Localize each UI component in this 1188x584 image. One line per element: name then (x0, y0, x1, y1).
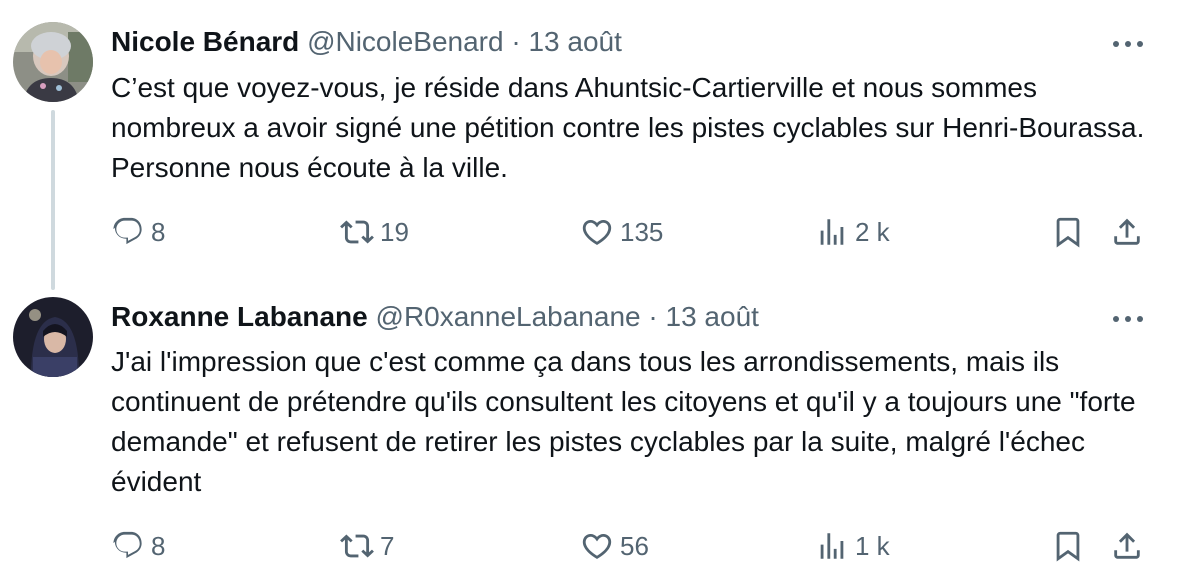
like-count: 135 (620, 216, 664, 247)
bookmark-button[interactable] (1051, 526, 1085, 566)
more-icon[interactable] (1113, 313, 1143, 325)
reply-icon (113, 531, 142, 559)
views-count: 2 k (855, 216, 890, 247)
retweet-icon (340, 534, 374, 558)
retweet-icon (340, 220, 374, 244)
tweet-header: Nicole Bénard @NicoleBenard · 13 août (111, 24, 622, 60)
tweet-header: Roxanne Labanane @R0xanneLabanane · 13 a… (111, 299, 759, 335)
action-bar: 8 7 56 1 k (0, 526, 1188, 566)
tweet[interactable]: Roxanne Labanane @R0xanneLabanane · 13 a… (0, 292, 1188, 584)
tweet-date[interactable]: 13 août (528, 26, 621, 57)
like-count: 56 (620, 530, 649, 561)
share-icon (1114, 532, 1140, 559)
reply-button[interactable]: 8 (111, 526, 165, 566)
views-icon (820, 219, 844, 245)
share-icon (1114, 218, 1140, 245)
author-name[interactable]: Roxanne Labanane (111, 301, 368, 332)
thread-line (51, 110, 55, 290)
views-count: 1 k (855, 530, 890, 561)
bookmark-icon (1056, 217, 1080, 248)
like-icon (582, 533, 612, 559)
views-icon (820, 533, 844, 559)
retweet-button[interactable]: 19 (340, 212, 409, 252)
retweet-count: 7 (380, 530, 395, 561)
views-button[interactable]: 2 k (815, 212, 890, 252)
reply-icon (113, 217, 142, 245)
author-handle[interactable]: @NicoleBenard (307, 26, 504, 57)
action-bar: 8 19 135 2 k (0, 212, 1188, 252)
reply-button[interactable]: 8 (111, 212, 165, 252)
author-handle[interactable]: @R0xanneLabanane (376, 301, 641, 332)
retweet-button[interactable]: 7 (340, 526, 394, 566)
tweet-text: C’est que voyez-vous, je réside dans Ahu… (111, 72, 1145, 183)
like-button[interactable]: 56 (580, 526, 649, 566)
bookmark-icon (1056, 531, 1080, 562)
like-icon (582, 219, 612, 245)
author-name[interactable]: Nicole Bénard (111, 26, 299, 57)
tweet-date[interactable]: 13 août (666, 301, 759, 332)
retweet-count: 19 (380, 216, 409, 247)
separator: · (648, 301, 658, 332)
reply-count: 8 (151, 530, 166, 561)
like-button[interactable]: 135 (580, 212, 663, 252)
avatar[interactable] (13, 297, 93, 377)
more-icon[interactable] (1113, 38, 1143, 50)
separator: · (511, 26, 521, 57)
share-button[interactable] (1110, 212, 1144, 252)
tweet-text: J'ai l'impression que c'est comme ça dan… (111, 346, 1136, 497)
share-button[interactable] (1110, 526, 1144, 566)
tweet[interactable]: Nicole Bénard @NicoleBenard · 13 août C’… (0, 0, 1188, 292)
bookmark-button[interactable] (1051, 212, 1085, 252)
reply-count: 8 (151, 216, 166, 247)
views-button[interactable]: 1 k (815, 526, 890, 566)
avatar[interactable] (13, 22, 93, 102)
